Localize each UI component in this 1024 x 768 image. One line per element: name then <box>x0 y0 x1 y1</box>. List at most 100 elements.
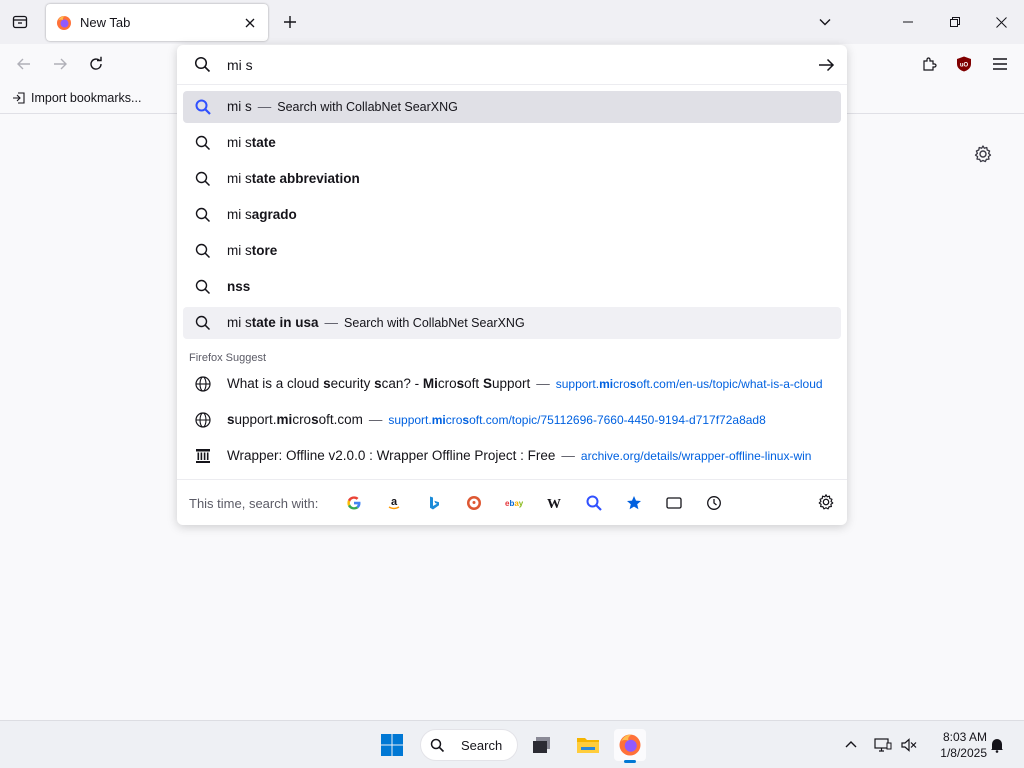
duckduckgo-engine-button[interactable] <box>464 493 484 513</box>
forward-button[interactable] <box>48 52 72 76</box>
file-explorer-button[interactable] <box>572 729 604 761</box>
task-view-button[interactable] <box>526 729 558 761</box>
clock[interactable]: 8:03 AM 1/8/2025 <box>925 729 987 761</box>
go-arrow-icon[interactable] <box>817 56 835 74</box>
result-text-part: s <box>227 412 235 427</box>
task-view-icon <box>533 737 550 753</box>
urlbar-input-row <box>177 45 847 85</box>
show-hidden-icons-button[interactable] <box>841 735 861 755</box>
search-suggestion-row[interactable]: nss <box>183 271 841 303</box>
result-text-part: nss <box>227 279 251 294</box>
svg-text:a: a <box>391 496 398 508</box>
suggestion-text: nss <box>227 279 250 294</box>
ebay-engine-button[interactable]: ebay <box>504 493 524 513</box>
back-button[interactable] <box>12 52 36 76</box>
ublock-origin-button[interactable]: uO <box>952 52 976 76</box>
result-text-part: s <box>311 412 319 427</box>
globe-icon <box>195 376 211 392</box>
suggestion-text: mi store <box>227 243 277 258</box>
urlbar-popup: mi s—Search with CollabNet SearXNGmi sta… <box>177 45 847 525</box>
google-engine-button[interactable] <box>344 493 364 513</box>
import-bookmarks-button[interactable]: Import bookmarks... <box>12 91 141 105</box>
separator-dash: — <box>561 448 575 463</box>
search-suggestion-row[interactable]: mi s — Search with CollabNet SearXNG <box>183 91 841 123</box>
tab-close-button[interactable] <box>242 15 258 31</box>
new-tab-button[interactable] <box>279 11 301 33</box>
search-action-label: Search with CollabNet SearXNG <box>344 316 525 330</box>
suggest-url: support.microsoft.com/en-us/topic/what-i… <box>556 377 823 391</box>
result-text-part: support. <box>388 413 432 427</box>
amazon-icon: a <box>388 496 400 510</box>
history-search-button[interactable] <box>704 493 724 513</box>
bookmarks-search-button[interactable] <box>624 493 644 513</box>
suggest-title: Wrapper: Offline v2.0.0 : Wrapper Offlin… <box>227 448 811 463</box>
result-text-part: is <box>262 376 273 391</box>
new-tab-settings-button[interactable] <box>973 144 993 164</box>
suggestion-text: mi state abbreviation <box>227 171 360 186</box>
suggest-url: archive.org/details/wrapper-offline-linu… <box>581 449 812 463</box>
restore-button[interactable] <box>932 0 978 44</box>
result-text-part: agrado <box>251 207 297 222</box>
searxng-engine-button[interactable] <box>584 493 604 513</box>
arrow-left-icon <box>17 58 30 70</box>
search-icon <box>195 135 211 151</box>
result-text-part: s <box>323 376 331 391</box>
amazon-engine-button[interactable]: a <box>384 493 404 513</box>
separator-dash: — <box>368 412 383 427</box>
network-tray-button[interactable] <box>873 735 893 755</box>
result-text-part: What <box>227 376 263 391</box>
app-menu-button[interactable] <box>988 52 1012 76</box>
overflow-fade <box>827 440 841 472</box>
search-suggestion-row[interactable]: mi state abbreviation <box>183 163 841 195</box>
hamburger-menu-icon <box>993 58 1007 70</box>
list-all-tabs-button[interactable] <box>815 12 835 32</box>
search-suggestion-row[interactable]: mi state <box>183 127 841 159</box>
separator-dash: — <box>257 99 272 114</box>
search-suggestion-row[interactable]: mi state in usa — Search with CollabNet Se… <box>183 307 841 339</box>
result-text-part: oft.com/en-us/topic/what-is-a-cloud <box>636 377 823 391</box>
result-text-part: upport <box>491 376 531 391</box>
search-settings-button[interactable] <box>817 493 837 513</box>
ebay-icon: ebay <box>505 499 523 508</box>
notifications-button[interactable] <box>987 735 1007 755</box>
taskbar-search-button[interactable]: Search <box>420 729 518 761</box>
firefox-view-button[interactable] <box>8 10 32 34</box>
tabs-search-button[interactable] <box>664 493 684 513</box>
suggestion-text: mi state in usa — Search with CollabNet Se… <box>227 315 525 330</box>
result-text-part: cro <box>613 377 630 391</box>
firefox-suggest-row[interactable]: What is a cloud security scan? - Microso… <box>183 368 841 400</box>
suggest-title: What is a cloud security scan? - Microso… <box>227 376 823 391</box>
search-icon <box>195 207 211 223</box>
firefox-suggest-row[interactable]: support.microsoft.com — support.microsoft.… <box>183 404 841 436</box>
close-window-button[interactable] <box>978 0 1024 44</box>
overflow-fade <box>827 404 841 436</box>
result-text-part: support. <box>555 377 600 391</box>
import-bookmarks-label: Import bookmarks... <box>31 91 142 105</box>
minimize-button[interactable] <box>885 0 931 44</box>
reload-button[interactable] <box>84 52 108 76</box>
start-button[interactable] <box>380 733 404 757</box>
suggest-url: support.microsoft.com/topic/75112696-766… <box>388 413 765 427</box>
firefox-suggest-row[interactable]: Wrapper: Offline v2.0.0 : Wrapper Offlin… <box>183 440 841 472</box>
search-suggestion-row[interactable]: mi store <box>183 235 841 267</box>
wikipedia-engine-button[interactable]: W <box>544 493 564 513</box>
url-input[interactable] <box>227 55 787 75</box>
result-text-part: s <box>374 376 382 391</box>
volume-tray-button[interactable] <box>899 735 919 755</box>
bing-engine-button[interactable] <box>424 493 444 513</box>
result-text-part: tate in usa <box>251 315 319 330</box>
result-text-part: can? - <box>381 376 423 391</box>
extensions-button[interactable] <box>917 52 941 76</box>
firefox-taskbar-button[interactable] <box>614 729 646 763</box>
result-text-part: mi s <box>227 135 252 150</box>
search-icon <box>195 243 211 259</box>
plus-icon <box>284 16 296 28</box>
result-text-part: Wrapper: Offline v2.0.0 : Wrapper Offlin… <box>227 448 556 463</box>
result-text-part: upport. <box>234 412 277 427</box>
history-icon <box>707 496 721 510</box>
reload-icon <box>90 56 102 70</box>
result-text-part: tore <box>251 243 278 258</box>
tab-new-tab[interactable]: New Tab <box>46 4 268 41</box>
search-suggestion-row[interactable]: mi sagrado <box>183 199 841 231</box>
duckduckgo-icon <box>467 496 481 510</box>
